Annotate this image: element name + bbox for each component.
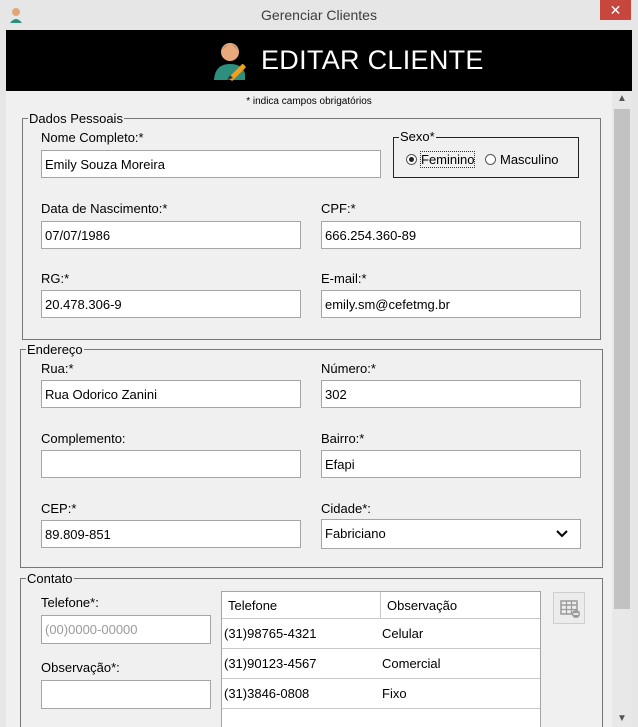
chevron-down-icon [556,530,568,538]
close-button[interactable]: ✕ [600,0,631,20]
rg-input[interactable] [41,290,301,318]
cidade-value: Fabriciano [325,526,386,541]
rg-label: RG:* [41,271,70,286]
nascimento-input[interactable] [41,221,301,249]
telefones-table: Telefone Observação (31)98765-4321 Celul… [221,591,541,727]
title-bar: Gerenciar Clientes ✕ [0,0,638,30]
row-telefone: (31)90123-4567 [224,656,317,671]
table-remove-icon [560,600,580,618]
complemento-label: Complemento: [41,431,126,446]
radio-feminino-dot [406,154,417,165]
table-row[interactable]: (31)3846-0808 Fixo [222,679,540,709]
email-label: E-mail:* [321,271,367,286]
bairro-input[interactable] [321,450,581,478]
scroll-up-arrow[interactable]: ▲ [612,91,632,107]
observacao-label: Observação*: [41,660,120,675]
nome-input[interactable] [41,150,381,178]
nome-label: Nome Completo:* [41,130,144,145]
table-header-telefone[interactable]: Telefone [222,592,381,619]
cep-input[interactable] [41,520,301,548]
window-title: Gerenciar Clientes [261,7,377,23]
cpf-input[interactable] [321,221,581,249]
table-header-observacao[interactable]: Observação [381,592,540,619]
row-telefone: (31)3846-0808 [224,686,310,701]
page-title: EDITAR CLIENTE [261,45,484,75]
rua-input[interactable] [41,380,301,408]
scrollbar-thumb[interactable] [614,109,630,609]
cidade-select[interactable]: Fabriciano [321,519,581,549]
nascimento-label: Data de Nascimento:* [41,201,168,216]
dados-pessoais-legend: Dados Pessoais [29,111,123,126]
endereco-legend: Endereço [27,342,83,357]
row-telefone: (31)98765-4321 [224,626,317,641]
email-input[interactable] [321,290,581,318]
telefone-input[interactable] [41,615,211,644]
row-observacao: Comercial [382,656,441,671]
sexo-group: Sexo* Feminino Masculino [393,129,579,178]
required-note: * indica campos obrigatórios [246,96,372,107]
sexo-legend: Sexo* [399,129,436,144]
table-header: Telefone Observação [222,592,540,619]
vertical-scrollbar[interactable]: ▲ ▼ [612,91,632,727]
table-row[interactable]: (31)90123-4567 Comercial [222,649,540,679]
person-edit-icon [214,43,246,81]
telefone-label: Telefone*: [41,595,99,610]
page-header: EDITAR CLIENTE [6,30,632,91]
rua-label: Rua:* [41,361,74,376]
observacao-input[interactable] [41,680,211,709]
row-observacao: Fixo [382,686,407,701]
bairro-label: Bairro:* [321,431,365,446]
numero-label: Número:* [321,361,376,376]
complemento-input[interactable] [41,450,301,478]
numero-input[interactable] [321,380,581,408]
radio-masculino-dot [485,154,496,165]
cep-label: CEP:* [41,501,77,516]
contato-legend: Contato [27,571,73,586]
cidade-label: Cidade*: [321,501,371,516]
scroll-down-arrow[interactable]: ▼ [612,711,632,727]
form-panel: * indica campos obrigatórios Dados Pesso… [6,91,612,727]
window: Gerenciar Clientes ✕ EDITAR CLIENTE * in… [0,0,638,727]
radio-masculino-label: Masculino [500,152,559,167]
cpf-label: CPF:* [321,201,356,216]
radio-feminino-label: Feminino [419,151,476,168]
remove-phone-button[interactable] [553,592,585,624]
table-row[interactable]: (31)98765-4321 Celular [222,619,540,649]
radio-masculino[interactable]: Masculino [485,152,559,167]
radio-feminino[interactable]: Feminino [406,151,476,168]
row-observacao: Celular [382,626,424,641]
